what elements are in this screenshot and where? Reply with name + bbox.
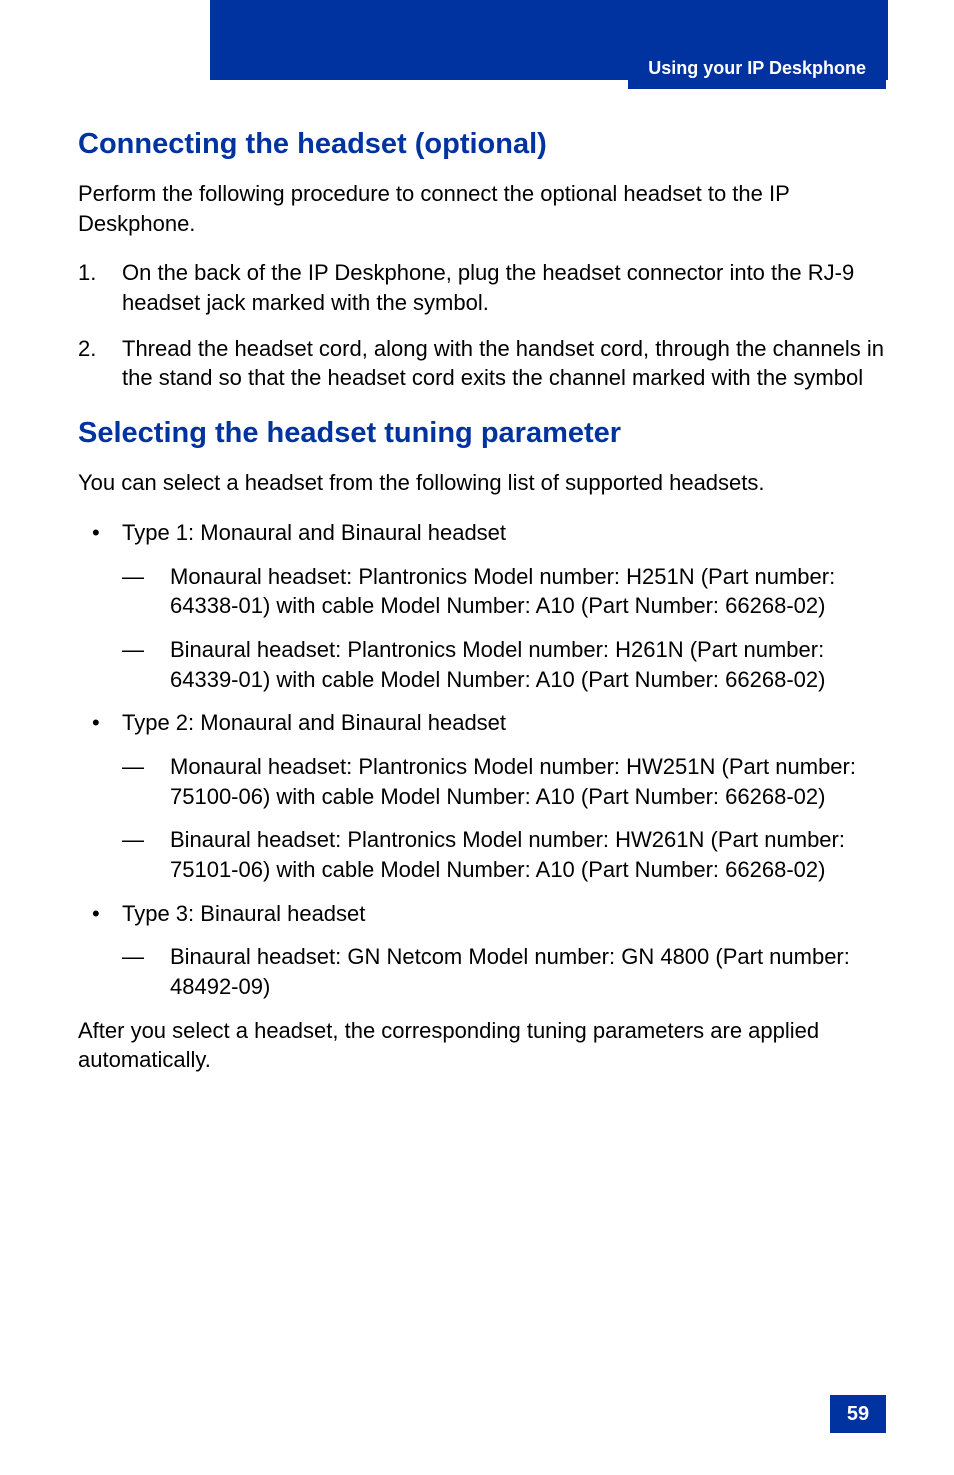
list-item: 2.Thread the headset cord, along with th… xyxy=(78,334,886,393)
list-item: Binaural headset: Plantronics Model numb… xyxy=(122,635,886,694)
page-number: 59 xyxy=(830,1395,886,1433)
headset-type-list: Type 1: Monaural and Binaural headset Mo… xyxy=(78,518,886,1002)
type-label: Type 1: Monaural and Binaural headset xyxy=(122,520,506,545)
section1-intro: Perform the following procedure to conne… xyxy=(78,179,886,238)
step-text: Thread the headset cord, along with the … xyxy=(122,336,884,391)
step-text: On the back of the IP Deskphone, plug th… xyxy=(122,260,854,315)
sub-list: Monaural headset: Plantronics Model numb… xyxy=(122,562,886,695)
sub-list: Monaural headset: Plantronics Model numb… xyxy=(122,752,886,885)
list-item: Type 1: Monaural and Binaural headset Mo… xyxy=(78,518,886,694)
list-item: Type 2: Monaural and Binaural headset Mo… xyxy=(78,708,886,884)
page-content: Connecting the headset (optional) Perfor… xyxy=(78,110,886,1095)
sub-list: Binaural headset: GN Netcom Model number… xyxy=(122,942,886,1001)
type-label: Type 3: Binaural headset xyxy=(122,901,365,926)
running-header: Using your IP Deskphone xyxy=(628,50,886,89)
list-item: Binaural headset: GN Netcom Model number… xyxy=(122,942,886,1001)
list-item: Type 3: Binaural headset Binaural headse… xyxy=(78,899,886,1002)
section-heading-tuning: Selecting the headset tuning parameter xyxy=(78,417,886,450)
section-heading-connecting: Connecting the headset (optional) xyxy=(78,128,886,161)
list-item: Monaural headset: Plantronics Model numb… xyxy=(122,562,886,621)
procedure-list: 1.On the back of the IP Deskphone, plug … xyxy=(78,258,886,393)
list-item: 1.On the back of the IP Deskphone, plug … xyxy=(78,258,886,317)
section2-outro: After you select a headset, the correspo… xyxy=(78,1016,886,1075)
section2-intro: You can select a headset from the follow… xyxy=(78,468,886,498)
list-item: Binaural headset: Plantronics Model numb… xyxy=(122,825,886,884)
type-label: Type 2: Monaural and Binaural headset xyxy=(122,710,506,735)
list-item: Monaural headset: Plantronics Model numb… xyxy=(122,752,886,811)
